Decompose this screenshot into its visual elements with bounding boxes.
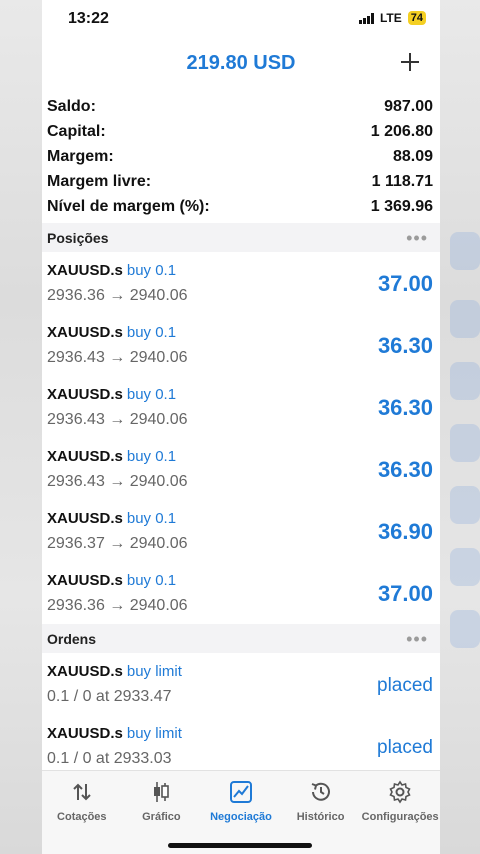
summary-row: Margem: 88.09 [47, 144, 433, 169]
tab-quotes[interactable]: Cotações [42, 771, 122, 854]
home-indicator[interactable] [168, 843, 312, 848]
position-row[interactable]: XAUUSD.s buy 0.1 2936.43 → 2940.06 36.30 [42, 376, 440, 438]
position-symbol: XAUUSD.s [47, 262, 123, 279]
summary-row: Capital: 1 206.80 [47, 119, 433, 144]
position-symbol: XAUUSD.s [47, 386, 123, 403]
position-direction: buy 0.1 [126, 262, 177, 279]
position-prices: 2936.36 → 2940.06 [47, 287, 188, 304]
trade-chart-icon [228, 779, 254, 805]
history-clock-icon [308, 779, 334, 805]
summary-value: 1 206.80 [370, 122, 433, 140]
summary-value: 1 118.71 [371, 172, 433, 190]
position-direction: buy 0.1 [126, 572, 177, 589]
summary-label: Saldo: [47, 97, 96, 115]
summary-row: Saldo: 987.00 [47, 94, 433, 119]
orders-header: Ordens ••• [42, 624, 440, 653]
tab-bar: Cotações Gráfico Negociação Histórico Co… [42, 770, 440, 854]
summary-row: Margem livre: 1 118.71 [47, 169, 433, 194]
status-bar: 13:22 LTE 74 [42, 0, 440, 40]
position-prices: 2936.36 → 2940.06 [47, 597, 188, 614]
position-profit: 37.00 [377, 581, 433, 606]
position-direction: buy 0.1 [126, 510, 177, 527]
position-profit: 36.30 [377, 395, 433, 420]
position-profit: 37.00 [377, 271, 433, 296]
background-blur-right [438, 0, 480, 854]
position-prices: 2936.43 → 2940.06 [47, 349, 188, 366]
position-symbol: XAUUSD.s [47, 510, 123, 527]
orders-more-icon[interactable]: ••• [406, 630, 428, 648]
order-symbol: XAUUSD.s [47, 663, 123, 680]
tab-label: Negociação [210, 811, 272, 823]
position-row[interactable]: XAUUSD.s buy 0.1 2936.43 → 2940.06 36.30 [42, 314, 440, 376]
tab-chart[interactable]: Gráfico [122, 771, 202, 854]
orders-title: Ordens [47, 630, 97, 647]
gear-icon [387, 779, 413, 805]
summary-value: 1 369.96 [370, 197, 433, 215]
tab-label: Gráfico [142, 811, 181, 823]
status-time: 13:22 [68, 10, 109, 27]
positions-title: Posições [47, 229, 109, 246]
position-symbol: XAUUSD.s [47, 448, 123, 465]
tab-settings[interactable]: Configurações [360, 771, 440, 854]
position-row[interactable]: XAUUSD.s buy 0.1 2936.37 → 2940.06 36.90 [42, 500, 440, 562]
position-direction: buy 0.1 [126, 448, 177, 465]
header: 219.80 USD [42, 40, 440, 88]
position-direction: buy 0.1 [126, 324, 177, 341]
positions-more-icon[interactable]: ••• [406, 229, 428, 247]
candlestick-chart-icon [148, 779, 174, 805]
position-row[interactable]: XAUUSD.s buy 0.1 2936.36 → 2940.06 37.00 [42, 562, 440, 624]
summary-value: 88.09 [392, 147, 433, 165]
battery-icon: 74 [407, 11, 426, 25]
account-summary: Saldo: 987.00 Capital: 1 206.80 Margem: … [42, 88, 440, 219]
position-prices: 2936.37 → 2940.06 [47, 535, 188, 552]
status-indicators: LTE 74 [358, 11, 426, 25]
position-row[interactable]: XAUUSD.s buy 0.1 2936.36 → 2940.06 37.00 [42, 252, 440, 314]
tab-trade[interactable]: Negociação [201, 771, 281, 854]
position-direction: buy 0.1 [126, 386, 177, 403]
order-details: 0.1 / 0 at 2933.03 [47, 750, 172, 767]
summary-label: Capital: [47, 122, 106, 140]
summary-label: Margem livre: [47, 172, 152, 190]
tab-label: Configurações [361, 811, 439, 823]
background-blur-left [0, 0, 42, 854]
position-symbol: XAUUSD.s [47, 572, 123, 589]
order-status: placed [377, 675, 433, 696]
position-profit: 36.90 [377, 519, 433, 544]
new-order-button[interactable] [398, 50, 422, 74]
signal-icon [358, 12, 374, 24]
order-row[interactable]: XAUUSD.s buy limit 0.1 / 0 at 2933.03 pla… [42, 715, 440, 777]
summary-label: Margem: [47, 147, 114, 165]
position-symbol: XAUUSD.s [47, 324, 123, 341]
summary-row: Nível de margem (%): 1 369.96 [47, 194, 433, 219]
quotes-arrows-icon [69, 779, 95, 805]
positions-header: Posições ••• [42, 223, 440, 252]
order-symbol: XAUUSD.s [47, 725, 123, 742]
position-profit: 36.30 [377, 457, 433, 482]
order-row[interactable]: XAUUSD.s buy limit 0.1 / 0 at 2933.47 pla… [42, 653, 440, 715]
position-profit: 36.30 [377, 333, 433, 358]
position-prices: 2936.43 → 2940.06 [47, 411, 188, 428]
summary-label: Nível de margem (%): [47, 197, 210, 215]
network-label: LTE [379, 11, 402, 25]
balance-title[interactable]: 219.80 USD [42, 52, 440, 75]
order-status: placed [377, 737, 433, 758]
position-row[interactable]: XAUUSD.s buy 0.1 2936.43 → 2940.06 36.30 [42, 438, 440, 500]
order-direction: buy limit [126, 663, 182, 680]
plus-icon [401, 53, 419, 71]
app-screen: 13:22 LTE 74 219.80 USD Saldo: 987.00 Ca… [42, 0, 440, 854]
order-direction: buy limit [126, 725, 182, 742]
summary-value: 987.00 [384, 97, 433, 115]
order-details: 0.1 / 0 at 2933.47 [47, 688, 172, 705]
tab-label: Cotações [57, 811, 107, 823]
tab-label: Histórico [296, 811, 345, 823]
position-prices: 2936.43 → 2940.06 [47, 473, 188, 490]
tab-history[interactable]: Histórico [281, 771, 361, 854]
